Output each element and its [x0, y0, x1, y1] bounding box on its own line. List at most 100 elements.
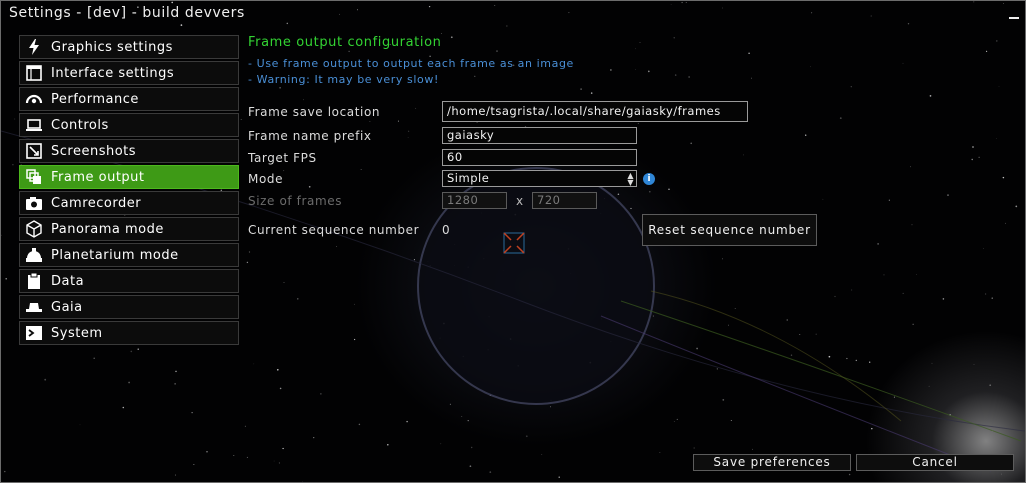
minimize-icon[interactable] — [1009, 7, 1019, 21]
star — [888, 199, 890, 201]
sidebar-item-planetarium[interactable]: Planetarium mode — [19, 243, 239, 267]
star — [233, 454, 235, 457]
star — [193, 463, 195, 465]
star — [282, 447, 284, 450]
section-title: Frame output configuration — [248, 35, 442, 50]
screenshot-icon — [25, 142, 43, 160]
sidebar-item-label: Performance — [51, 91, 139, 107]
sidebar-item-graphics[interactable]: Graphics settings — [19, 35, 239, 59]
reset-sequence-button[interactable]: Reset sequence number — [642, 214, 817, 246]
star — [910, 166, 912, 168]
star — [12, 163, 14, 166]
star — [320, 393, 322, 395]
sequence-number-label: Current sequence number — [248, 223, 420, 237]
star — [989, 384, 992, 387]
star — [834, 295, 836, 298]
mode-select[interactable]: Simple ▲ ▼ — [442, 170, 637, 187]
star — [730, 419, 732, 422]
star — [983, 248, 984, 249]
star — [722, 258, 723, 260]
star — [673, 37, 675, 39]
star — [353, 338, 356, 341]
clipboard-icon — [25, 272, 43, 290]
star — [590, 92, 593, 94]
star — [79, 424, 81, 426]
planetarium-icon — [25, 246, 43, 264]
sidebar-item-interface[interactable]: Interface settings — [19, 61, 239, 85]
save-location-field[interactable]: /home/tsagrista/.local/share/gaiasky/fra… — [442, 101, 748, 122]
star — [637, 122, 639, 124]
star — [855, 359, 858, 362]
star — [877, 243, 879, 245]
sidebar-item-panorama[interactable]: Panorama mode — [19, 217, 239, 241]
star — [5, 278, 7, 280]
frame-height-input[interactable]: 720 — [532, 192, 597, 209]
star — [450, 36, 453, 39]
star — [303, 99, 305, 101]
sidebar-item-system[interactable]: System — [19, 321, 239, 345]
frame-width-input[interactable]: 1280 — [442, 192, 507, 209]
star — [283, 170, 285, 172]
star — [449, 403, 451, 405]
star — [93, 357, 95, 359]
sidebar-item-label: Camrecorder — [51, 195, 142, 211]
save-preferences-button[interactable]: Save preferences — [693, 454, 851, 471]
star — [846, 357, 848, 360]
star — [902, 292, 904, 294]
star — [278, 462, 280, 464]
star — [308, 185, 311, 188]
cancel-button[interactable]: Cancel — [856, 454, 1014, 471]
star — [647, 70, 650, 73]
title-bar[interactable]: Settings - [dev] - build devvers — [1, 1, 1025, 27]
star — [752, 448, 753, 450]
sidebar-item-gaia[interactable]: Gaia — [19, 295, 239, 319]
star — [1, 234, 2, 236]
warning-line: - Warning: It may be very slow! — [248, 73, 439, 86]
star — [848, 473, 851, 476]
star — [617, 193, 620, 195]
size-separator: x — [516, 194, 524, 208]
star — [972, 146, 974, 148]
sidebar-item-data[interactable]: Data — [19, 269, 239, 293]
star — [676, 418, 678, 420]
gaia-icon — [25, 298, 43, 316]
terminal-icon — [25, 324, 43, 342]
settings-window: Settings - [dev] - build devvers Graphic… — [0, 0, 1026, 483]
star — [174, 474, 177, 476]
sidebar-item-performance[interactable]: Performance — [19, 87, 239, 111]
sidebar-item-camrecorder[interactable]: Camrecorder — [19, 191, 239, 215]
star — [991, 297, 993, 299]
name-prefix-input[interactable]: gaiasky — [442, 127, 637, 144]
star — [822, 198, 824, 200]
sidebar-item-controls[interactable]: Controls — [19, 113, 239, 137]
star — [928, 385, 930, 387]
star — [815, 333, 817, 335]
star — [360, 169, 362, 170]
info-icon[interactable]: i — [643, 173, 655, 185]
star — [358, 423, 361, 426]
star — [1015, 205, 1018, 208]
star — [971, 158, 973, 161]
target-fps-input[interactable]: 60 — [442, 149, 637, 166]
sidebar-item-frame-output[interactable]: Frame output — [19, 165, 239, 189]
star — [4, 470, 6, 473]
settings-sidebar: Graphics settings Interface settings Per… — [19, 35, 239, 347]
mode-value: Simple — [447, 171, 490, 185]
star — [850, 86, 852, 88]
star — [883, 274, 885, 276]
sidebar-item-screenshots[interactable]: Screenshots — [19, 139, 239, 163]
laptop-icon — [25, 116, 43, 134]
star — [191, 411, 193, 414]
star — [440, 32, 442, 34]
star — [635, 69, 636, 70]
star — [722, 399, 725, 401]
star — [246, 456, 248, 458]
frames-icon — [25, 168, 43, 186]
window-title: Settings - [dev] - build devvers — [9, 5, 245, 21]
star — [240, 118, 242, 121]
star — [996, 40, 998, 42]
sequence-number-value: 0 — [442, 223, 451, 237]
star — [799, 333, 801, 335]
star — [273, 460, 275, 462]
lightning-icon — [25, 38, 43, 56]
